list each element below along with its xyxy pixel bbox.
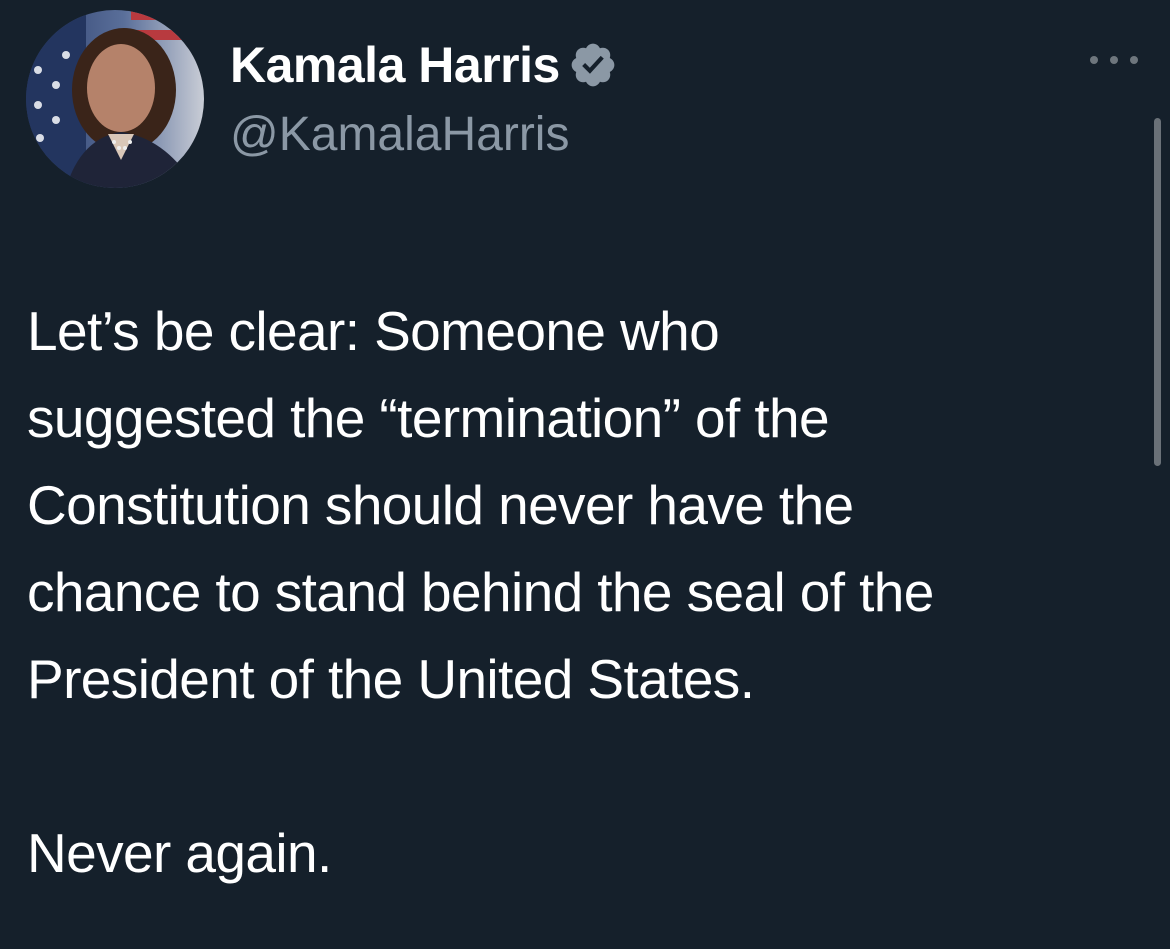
avatar[interactable] xyxy=(26,10,204,188)
tweet-line: suggested the “termination” of the xyxy=(27,387,830,449)
profile-photo-icon xyxy=(26,10,204,188)
tweet-line: chance to stand behind the seal of the xyxy=(27,561,934,623)
author-display-name[interactable]: Kamala Harris xyxy=(230,30,560,100)
tweet-line: Never again. xyxy=(27,822,332,884)
author-handle[interactable]: @KamalaHarris xyxy=(230,100,569,170)
more-dot xyxy=(1110,56,1118,64)
tweet-line: Let’s be clear: Someone who xyxy=(27,300,720,362)
tweet-line: Constitution should never have the xyxy=(27,474,854,536)
author-name-row: Kamala Harris xyxy=(230,30,618,100)
more-icon[interactable] xyxy=(1090,48,1138,72)
verified-badge-icon xyxy=(568,40,618,90)
more-dot xyxy=(1090,56,1098,64)
more-dot xyxy=(1130,56,1138,64)
tweet-text: Let’s be clear: Someone who suggested th… xyxy=(27,288,1137,897)
tweet-card: Kamala Harris @KamalaHarris Let’s be cle… xyxy=(0,0,1170,949)
scrollbar[interactable] xyxy=(1154,118,1161,466)
tweet-line: President of the United States. xyxy=(27,648,755,710)
